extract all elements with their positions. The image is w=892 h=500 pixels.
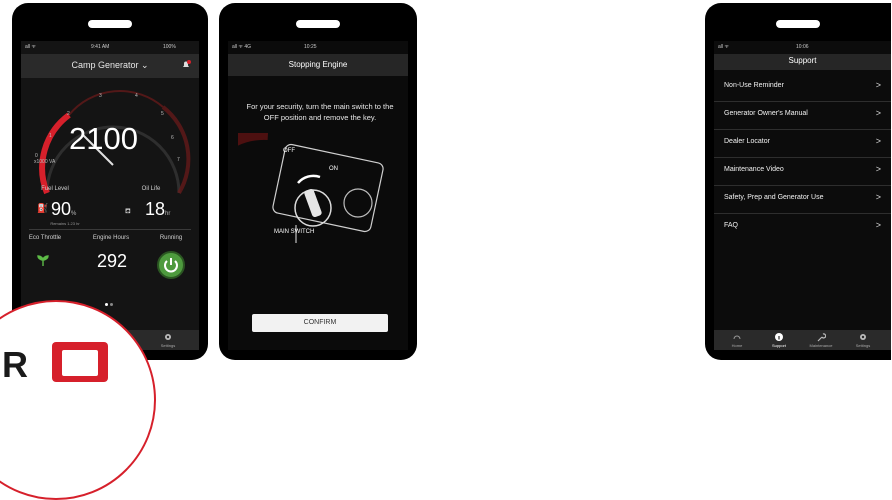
eco-throttle-label: Eco Throttle: [28, 235, 62, 241]
signal-indicator: all ᯤ: [718, 44, 729, 50]
oil-unit: hr: [165, 211, 171, 217]
output-value: 2100: [69, 121, 138, 156]
badge-letter: R: [2, 344, 28, 385]
generator-selector[interactable]: Camp Generator ⌄: [21, 60, 199, 71]
chevron-right-icon: >: [875, 108, 881, 118]
stopping-engine-screen: all ᯤ 4G 10:25 Stopping Engine For your …: [228, 41, 408, 350]
tab-label: Home: [731, 343, 743, 348]
signal-indicator: all ᯤ: [25, 44, 36, 50]
wrench-icon: [817, 333, 826, 342]
app-header: Stopping Engine: [228, 54, 408, 76]
menu-item-maintenance-video[interactable]: Maintenance Video >: [714, 158, 891, 186]
info-icon: [775, 333, 783, 341]
status-bar: all ᯤ 4G 10:25: [228, 44, 408, 54]
gauge-tick: 2: [67, 111, 70, 117]
chevron-right-icon: >: [875, 164, 881, 174]
page-title: Stopping Engine: [288, 60, 348, 69]
power-icon: [164, 258, 178, 273]
confirm-button[interactable]: CONFIRM: [252, 314, 388, 332]
generator-logo-icon: [52, 342, 108, 382]
menu-item-dealer-locator[interactable]: Dealer Locator >: [714, 130, 891, 158]
eco-leaf-icon[interactable]: [37, 255, 49, 267]
menu-item-faq[interactable]: FAQ >: [714, 214, 891, 241]
chevron-right-icon: >: [875, 136, 881, 146]
menu-item-label: Dealer Locator: [724, 138, 770, 145]
gauge-tick: 6: [171, 135, 174, 141]
gauge-tick: 1: [49, 133, 52, 139]
bell-icon[interactable]: [181, 60, 191, 70]
page-title: Support: [788, 56, 817, 65]
gauge-tick: 3: [99, 93, 102, 99]
app-header: Support: [714, 54, 891, 70]
status-time: 9:41 AM: [91, 44, 110, 50]
output-unit: x1000 VA: [34, 159, 56, 165]
chevron-right-icon: >: [875, 192, 881, 202]
divider: [29, 229, 191, 230]
fuel-unit: %: [71, 211, 77, 217]
power-button[interactable]: [157, 251, 185, 279]
fuel-value: 90: [51, 199, 72, 219]
gauge-tick: 4: [135, 93, 138, 99]
generator-name: Camp Generator: [71, 60, 139, 70]
status-time: 10:25: [304, 44, 317, 50]
phone-speaker: [776, 20, 820, 28]
menu-item-label: FAQ: [724, 222, 739, 229]
fuel-pump-icon: ⛽: [37, 203, 49, 213]
tab-support[interactable]: Support: [760, 331, 798, 348]
on-label: ON: [329, 166, 338, 172]
menu-item-safety[interactable]: Safety, Prep and Generator Use >: [714, 186, 891, 214]
security-instructions: For your security, turn the main switch …: [246, 102, 394, 122]
fuel-label: Fuel Level: [41, 186, 69, 192]
engine-hours-label: Engine Hours: [92, 235, 130, 241]
chevron-down-icon: ⌄: [141, 60, 149, 70]
chevron-right-icon: >: [875, 80, 881, 90]
fuel-remaining: Remains 1.23 hr: [50, 221, 80, 226]
phone-speaker: [88, 20, 132, 28]
oil-label: Oil Life: [141, 186, 161, 192]
gauge-tick: 7: [177, 157, 180, 163]
status-bar: all ᯤ 10:06: [714, 44, 891, 54]
oil-value-group: 18hr: [145, 199, 170, 220]
menu-item-owners-manual[interactable]: Generator Owner's Manual >: [714, 102, 891, 130]
signal-indicator: all ᯤ 4G: [232, 44, 252, 50]
battery-level: 100%: [163, 44, 176, 50]
phone-stopping-engine: all ᯤ 4G 10:25 Stopping Engine For your …: [219, 3, 417, 360]
page-indicator: [104, 293, 114, 311]
status-bar: all ᯤ 9:41 AM 100%: [21, 44, 199, 54]
phone-speaker: [296, 20, 340, 28]
status-time: 10:06: [796, 44, 809, 50]
main-switch-label: MAIN SWITCH: [274, 229, 315, 235]
support-screen: all ᯤ 10:06 Support Non-Use Reminder > G…: [714, 41, 891, 350]
tab-label: Support: [771, 343, 786, 348]
oil-can-icon: ⛾: [125, 208, 131, 215]
fuel-value-group: 90%: [51, 199, 76, 220]
gauge-tick: 5: [161, 111, 164, 117]
tab-settings[interactable]: Settings: [149, 331, 187, 348]
tab-bar: Home Support Maintenance Settings: [714, 330, 891, 350]
tab-label: Maintenance: [809, 343, 833, 348]
menu-item-label: Non-Use Reminder: [724, 82, 784, 89]
app-header: Camp Generator ⌄: [21, 54, 199, 78]
home-icon: [733, 335, 741, 340]
chevron-right-icon: >: [875, 220, 881, 230]
phone-support: all ᯤ 10:06 Support Non-Use Reminder > G…: [705, 3, 891, 360]
running-label: Running: [159, 235, 183, 241]
gear-icon: [165, 334, 171, 340]
tab-label: Settings: [855, 343, 871, 348]
menu-item-non-use-reminder[interactable]: Non-Use Reminder >: [714, 74, 891, 102]
tab-home[interactable]: Home: [718, 331, 756, 348]
menu-item-label: Generator Owner's Manual: [724, 110, 808, 117]
gear-icon: [860, 334, 866, 340]
tab-settings[interactable]: Settings: [844, 331, 882, 348]
menu-item-label: Maintenance Video: [724, 166, 784, 173]
tab-maintenance[interactable]: Maintenance: [802, 331, 840, 348]
off-label: OFF: [283, 148, 295, 154]
menu-item-label: Safety, Prep and Generator Use: [724, 194, 824, 201]
oil-value: 18: [145, 199, 166, 219]
tab-label: Settings: [160, 343, 176, 348]
engine-hours-value: 292: [97, 251, 128, 271]
main-switch-illustration: [238, 133, 384, 243]
